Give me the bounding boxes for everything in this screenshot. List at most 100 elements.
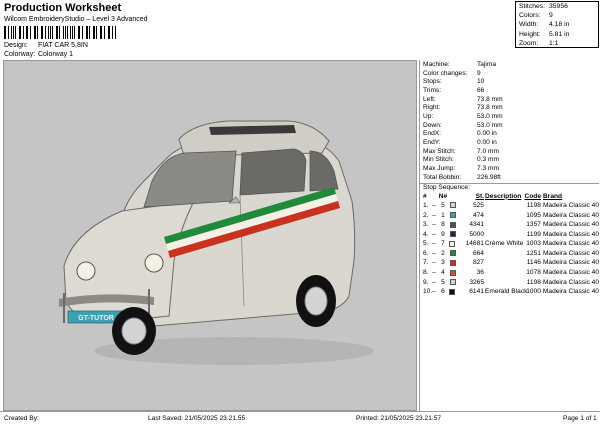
table-row[interactable]: 1. –5 525 1198 Madeira Classic 40	[420, 201, 599, 211]
worksheet-footer: Created By: Last Saved: 21/05/2025 23.21…	[0, 411, 600, 424]
stop-sequence-header: # N# St. Description Code Brand	[420, 192, 599, 201]
thread-brand: Madeira Classic 40	[542, 278, 600, 286]
thread-code: 1198	[526, 201, 541, 209]
stop-number: 5.	[423, 240, 429, 248]
thread-brand: Madeira Classic 40	[542, 221, 600, 229]
table-row[interactable]: 3. –8 4341 1357 Madeira Classic 40	[420, 220, 599, 230]
stop-number: 8.	[423, 269, 429, 277]
stitch-count: 6141	[469, 288, 484, 296]
machine-info-row: EndY: 0.00 in	[420, 138, 599, 147]
color-swatch	[448, 288, 457, 295]
stitch-count: 474	[472, 211, 484, 219]
stat-row: Colors: 9	[516, 11, 598, 20]
table-row[interactable]: 2. –1 474 1095 Madeira Classic 40	[420, 210, 599, 220]
dash-separator: –	[432, 230, 436, 238]
stitch-count: 4341	[469, 221, 484, 229]
stop-number: 3.	[423, 221, 429, 229]
machine-info-value: Tajima	[477, 60, 497, 68]
page-title: Production Worksheet	[4, 2, 122, 14]
machine-info-row: Left: 73.8 mm	[420, 95, 599, 104]
table-row[interactable]: 4. –9 5000 1199 Madeira Classic 40	[420, 229, 599, 239]
thread-code: 1095	[526, 211, 541, 219]
stitch-count: 3265	[469, 278, 484, 286]
machine-info-label: Max Jump:	[423, 165, 456, 173]
stop-number: 10.	[423, 288, 433, 296]
needle-number: 3	[441, 259, 445, 267]
machine-info-row: Down: 53.0 mm	[420, 121, 599, 130]
machine-info-value: 7.0 mm	[477, 147, 499, 155]
stat-value: 1:1	[549, 39, 559, 47]
stat-value: 5.81 in	[549, 30, 570, 38]
color-swatch	[448, 250, 457, 257]
table-row[interactable]: 6. –2 664 1251 Madeira Classic 40	[420, 249, 599, 259]
color-swatch	[448, 240, 457, 247]
stat-label: Colors:	[519, 12, 541, 20]
machine-info-value: 73.8 mm	[477, 95, 503, 103]
design-preview[interactable]: GT-TUTOR	[3, 60, 417, 411]
table-row[interactable]: 7. –3 827 1146 Madeira Classic 40	[420, 258, 599, 268]
machine-info-row: Max Jump: 7.3 mm	[420, 164, 599, 173]
table-row[interactable]: 9. –5 3265 1198 Madeira Classic 40	[420, 277, 599, 287]
table-row[interactable]: 8. –4 36 1078 Madeira Classic 40	[420, 268, 599, 278]
colorway-label: Colorway:	[4, 51, 36, 58]
stat-value: 9	[549, 12, 553, 20]
machine-info-value: 7.3 mm	[477, 165, 499, 173]
needle-number: 8	[441, 221, 445, 229]
col-num: #	[423, 192, 427, 200]
col-brand: Brand	[543, 192, 563, 200]
dash-separator: –	[432, 240, 436, 248]
machine-info-label: Machine:	[423, 60, 450, 68]
thread-brand: Madeira Classic 40	[542, 249, 600, 257]
thread-brand: Madeira Classic 40	[542, 230, 600, 238]
machine-info-row: EndX: 0.00 in	[420, 130, 599, 139]
thread-brand: Madeira Classic 40	[542, 269, 600, 277]
license-plate-text: GT-TUTOR	[78, 315, 114, 322]
color-swatch	[448, 259, 457, 266]
machine-info-row: Trims: 66	[420, 86, 599, 95]
thread-brand: Madeira Classic 40	[542, 211, 600, 219]
stop-number: 9.	[423, 278, 429, 286]
col-needle: N#	[438, 192, 448, 200]
thread-description: Emerald Black	[484, 288, 528, 296]
thread-brand: Madeira Classic 40	[542, 288, 599, 296]
thread-description: Crème White	[484, 240, 524, 248]
col-description: Description	[485, 192, 522, 200]
needle-number: 9	[441, 230, 445, 238]
stitch-count: 664	[472, 249, 484, 257]
machine-info-row: Total Bobbin: 226.98ft	[420, 173, 599, 182]
needle-number: 2	[441, 249, 445, 257]
needle-number: 4	[441, 269, 445, 277]
stat-value: 35956	[549, 3, 568, 11]
colorway-row: Colorway: Colorway 1	[4, 51, 73, 58]
machine-info-value: 53.0 mm	[477, 112, 503, 120]
stat-row: Stitches: 35956	[516, 2, 598, 11]
stop-number: 1.	[423, 201, 429, 209]
needle-number: 5	[441, 201, 445, 209]
stitch-count: 14681	[465, 240, 484, 248]
machine-info-value: 0.00 in	[477, 130, 497, 138]
machine-info-label: EndX:	[423, 130, 441, 138]
thread-code: 1146	[526, 259, 541, 267]
dash-separator: –	[432, 211, 436, 219]
color-swatch	[448, 212, 457, 219]
dash-separator: –	[432, 278, 436, 286]
table-row[interactable]: 10. –6 6141 Emerald Black 1000 Madeira Classi…	[420, 287, 599, 297]
dash-separator: –	[432, 288, 436, 296]
thread-code: 1357	[526, 221, 541, 229]
col-stitches: St.	[475, 192, 484, 200]
thread-code: 1003	[526, 240, 541, 248]
stitch-count: 827	[472, 259, 484, 267]
needle-number: 1	[441, 211, 445, 219]
table-row[interactable]: 5. –7 14681 Crème White 1003 Madeira Classic …	[420, 239, 599, 249]
col-code: Code	[524, 192, 541, 200]
machine-info-value: 10	[477, 78, 485, 86]
stat-value: 4.18 in	[549, 21, 570, 29]
dash-separator: –	[432, 221, 436, 229]
stat-label: Width:	[519, 21, 539, 29]
colorway-value: Colorway 1	[37, 51, 73, 58]
machine-info-label: Stops:	[423, 78, 442, 86]
thread-brand: Madeira Classic 40	[542, 259, 600, 267]
color-swatch	[448, 202, 457, 209]
thread-brand: Madeira Classic 40	[542, 201, 600, 209]
stitch-count: 36	[476, 269, 484, 277]
